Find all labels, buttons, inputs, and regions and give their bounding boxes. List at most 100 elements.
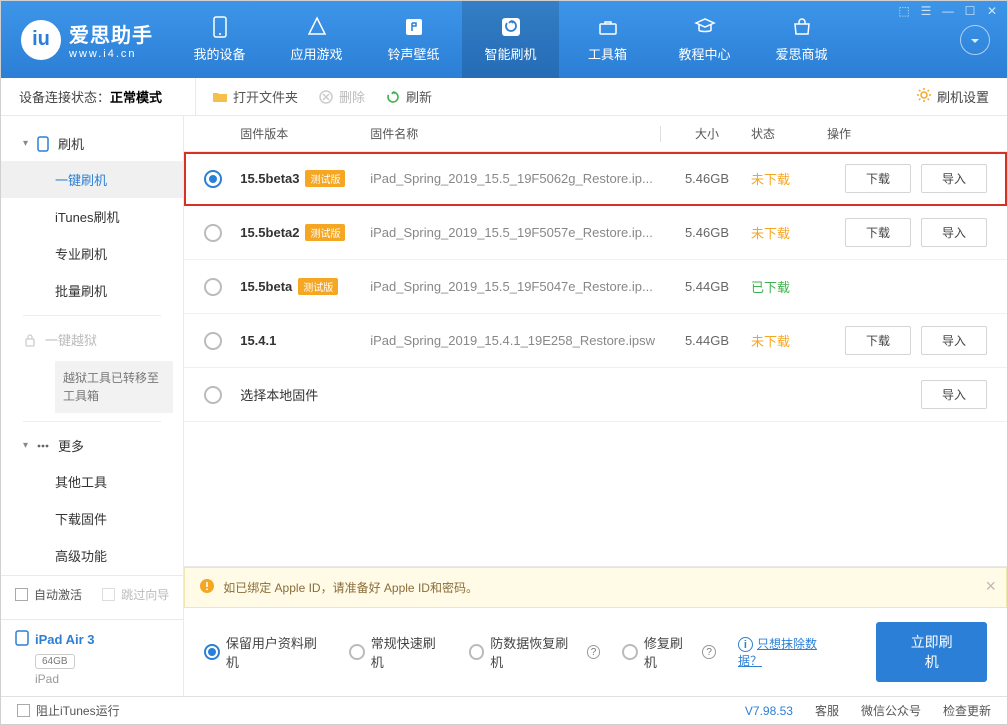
skip-guide-checkbox[interactable] bbox=[102, 588, 115, 601]
apple-id-notice: 如已绑定 Apple ID，请准备好 Apple ID和密码。 × bbox=[184, 567, 1007, 608]
firmware-row[interactable]: 15.5beta3测试版iPad_Spring_2019_15.5_19F506… bbox=[184, 152, 1007, 206]
chevron-down-icon: ▾ bbox=[23, 138, 28, 149]
more-icon bbox=[36, 439, 50, 453]
download-button[interactable]: 下载 bbox=[845, 164, 911, 193]
import-button[interactable]: 导入 bbox=[921, 326, 987, 355]
download-button[interactable]: 下载 bbox=[845, 218, 911, 247]
import-button[interactable]: 导入 bbox=[921, 380, 987, 409]
header: iu 爱思助手 www.i4.cn 我的设备 应用游戏 铃声壁纸 智能刷机 工具… bbox=[1, 1, 1007, 78]
logo[interactable]: iu 爱思助手 www.i4.cn bbox=[1, 1, 171, 78]
select-radio[interactable] bbox=[204, 386, 222, 404]
nav-my-device[interactable]: 我的设备 bbox=[171, 1, 268, 78]
customer-service-link[interactable]: 客服 bbox=[815, 702, 839, 719]
select-radio[interactable] bbox=[204, 278, 222, 296]
firmware-size: 5.44GB bbox=[667, 333, 747, 348]
firmware-size: 5.46GB bbox=[667, 171, 747, 186]
list-icon[interactable]: ☰ bbox=[916, 3, 936, 19]
nav-tutorials[interactable]: 教程中心 bbox=[656, 1, 753, 78]
nav-apps[interactable]: 应用游戏 bbox=[268, 1, 365, 78]
sidebar-group-more[interactable]: ▾ 更多 bbox=[1, 428, 183, 463]
status-bar: 阻止iTunes运行 V7.98.53 客服 微信公众号 检查更新 bbox=[1, 696, 1007, 724]
wechat-link[interactable]: 微信公众号 bbox=[861, 702, 921, 719]
help-icon[interactable]: ? bbox=[702, 645, 716, 659]
firmware-version: 15.5beta测试版 bbox=[240, 278, 370, 295]
download-button[interactable]: 下载 bbox=[845, 326, 911, 355]
firmware-list: 15.5beta3测试版iPad_Spring_2019_15.5_19F506… bbox=[184, 152, 1007, 422]
main-panel: 固件版本 固件名称 大小 状态 操作 15.5beta3测试版iPad_Spri… bbox=[184, 116, 1007, 696]
opt-anti-recovery[interactable]: 防数据恢复刷机? bbox=[469, 633, 601, 671]
delete-button[interactable]: 删除 bbox=[318, 87, 365, 106]
firmware-name: iPad_Spring_2019_15.5_19F5062g_Restore.i… bbox=[370, 171, 667, 186]
firmware-row[interactable]: 15.5beta测试版iPad_Spring_2019_15.5_19F5047… bbox=[184, 260, 1007, 314]
local-firmware-label: 选择本地固件 bbox=[240, 385, 667, 404]
storage-badge: 64GB bbox=[35, 654, 75, 669]
nav-label: 我的设备 bbox=[193, 44, 245, 63]
open-folder-button[interactable]: 打开文件夹 bbox=[212, 87, 298, 106]
select-radio[interactable] bbox=[204, 332, 222, 350]
select-radio[interactable] bbox=[204, 170, 222, 188]
logo-icon: iu bbox=[21, 20, 61, 60]
nav-flash[interactable]: 智能刷机 bbox=[462, 1, 559, 78]
close-notice-icon[interactable]: × bbox=[985, 576, 996, 597]
gear-icon bbox=[916, 87, 932, 106]
firmware-name: iPad_Spring_2019_15.5_19F5057e_Restore.i… bbox=[370, 225, 667, 240]
sidebar-item-itunes[interactable]: iTunes刷机 bbox=[1, 198, 183, 235]
check-update-link[interactable]: 检查更新 bbox=[943, 702, 991, 719]
opt-keep-data[interactable]: 保留用户资料刷机 bbox=[204, 633, 327, 671]
nav-toolbox[interactable]: 工具箱 bbox=[559, 1, 656, 78]
toolbox-icon bbox=[597, 16, 619, 38]
local-firmware-row[interactable]: 选择本地固件 导入 bbox=[184, 368, 1007, 422]
firmware-version: 15.5beta2测试版 bbox=[240, 224, 370, 241]
flash-now-button[interactable]: 立即刷机 bbox=[876, 622, 987, 682]
firmware-row[interactable]: 15.5beta2测试版iPad_Spring_2019_15.5_19F505… bbox=[184, 206, 1007, 260]
toolbar: 设备连接状态：正常模式 打开文件夹 删除 刷新 刷机设置 bbox=[1, 78, 1007, 116]
firmware-version: 15.5beta3测试版 bbox=[240, 170, 370, 187]
version-label[interactable]: V7.98.53 bbox=[745, 704, 793, 718]
maximize-icon[interactable]: ☐ bbox=[960, 3, 980, 19]
help-icon[interactable]: ? bbox=[587, 645, 601, 659]
sidebar-item-other-tools[interactable]: 其他工具 bbox=[1, 463, 183, 500]
app-title: 爱思助手 bbox=[69, 19, 153, 48]
firmware-status: 未下载 bbox=[747, 331, 827, 350]
flash-settings-button[interactable]: 刷机设置 bbox=[916, 87, 989, 106]
opt-normal[interactable]: 常规快速刷机 bbox=[349, 633, 447, 671]
tutorial-icon bbox=[694, 16, 716, 38]
sidebar-item-oneclick[interactable]: 一键刷机 bbox=[1, 161, 183, 198]
nav-store[interactable]: 爱思商城 bbox=[753, 1, 850, 78]
sidebar-item-advanced[interactable]: 高级功能 bbox=[1, 537, 183, 574]
import-button[interactable]: 导入 bbox=[921, 218, 987, 247]
sidebar-group-jailbreak: 一键越狱 bbox=[1, 322, 183, 357]
close-icon[interactable]: ✕ bbox=[982, 3, 1002, 19]
column-headers: 固件版本 固件名称 大小 状态 操作 bbox=[184, 116, 1007, 152]
sidebar-item-download-fw[interactable]: 下载固件 bbox=[1, 500, 183, 537]
sidebar-item-pro[interactable]: 专业刷机 bbox=[1, 235, 183, 272]
apps-icon bbox=[306, 16, 328, 38]
sidebar-group-flash[interactable]: ▾ 刷机 bbox=[1, 126, 183, 161]
device-info[interactable]: iPad Air 3 64GB iPad bbox=[1, 619, 183, 696]
firmware-row[interactable]: 15.4.1iPad_Spring_2019_15.4.1_19E258_Res… bbox=[184, 314, 1007, 368]
nav-ringtone[interactable]: 铃声壁纸 bbox=[365, 1, 462, 78]
menu-icon[interactable]: ⬚ bbox=[894, 3, 914, 19]
download-icon bbox=[960, 25, 990, 55]
firmware-size: 5.46GB bbox=[667, 225, 747, 240]
sidebar: ▾ 刷机 一键刷机 iTunes刷机 专业刷机 批量刷机 一键越狱 越狱工具已转… bbox=[1, 116, 184, 696]
minimize-icon[interactable]: — bbox=[938, 3, 958, 19]
nav-label: 智能刷机 bbox=[484, 44, 536, 63]
opt-repair[interactable]: 修复刷机? bbox=[622, 633, 716, 671]
import-button[interactable]: 导入 bbox=[921, 164, 987, 193]
flash-options: 保留用户资料刷机 常规快速刷机 防数据恢复刷机? 修复刷机? i只想抹除数据？ … bbox=[184, 608, 1007, 696]
bottom-panel: 如已绑定 Apple ID，请准备好 Apple ID和密码。 × 保留用户资料… bbox=[184, 566, 1007, 696]
phone-icon bbox=[36, 137, 50, 151]
auto-activate-checkbox[interactable] bbox=[15, 588, 28, 601]
tablet-icon bbox=[15, 630, 29, 649]
delete-icon bbox=[318, 89, 334, 105]
select-radio[interactable] bbox=[204, 224, 222, 242]
top-nav: 我的设备 应用游戏 铃声壁纸 智能刷机 工具箱 教程中心 爱思商城 bbox=[171, 1, 943, 78]
sidebar-item-batch[interactable]: 批量刷机 bbox=[1, 272, 183, 309]
firmware-status: 未下载 bbox=[747, 223, 827, 242]
jailbreak-moved-notice: 越狱工具已转移至工具箱 bbox=[55, 361, 173, 413]
block-itunes-checkbox[interactable] bbox=[17, 704, 30, 717]
chevron-down-icon: ▾ bbox=[23, 440, 28, 451]
erase-only-link[interactable]: i只想抹除数据？ bbox=[738, 635, 838, 670]
refresh-button[interactable]: 刷新 bbox=[385, 87, 432, 106]
